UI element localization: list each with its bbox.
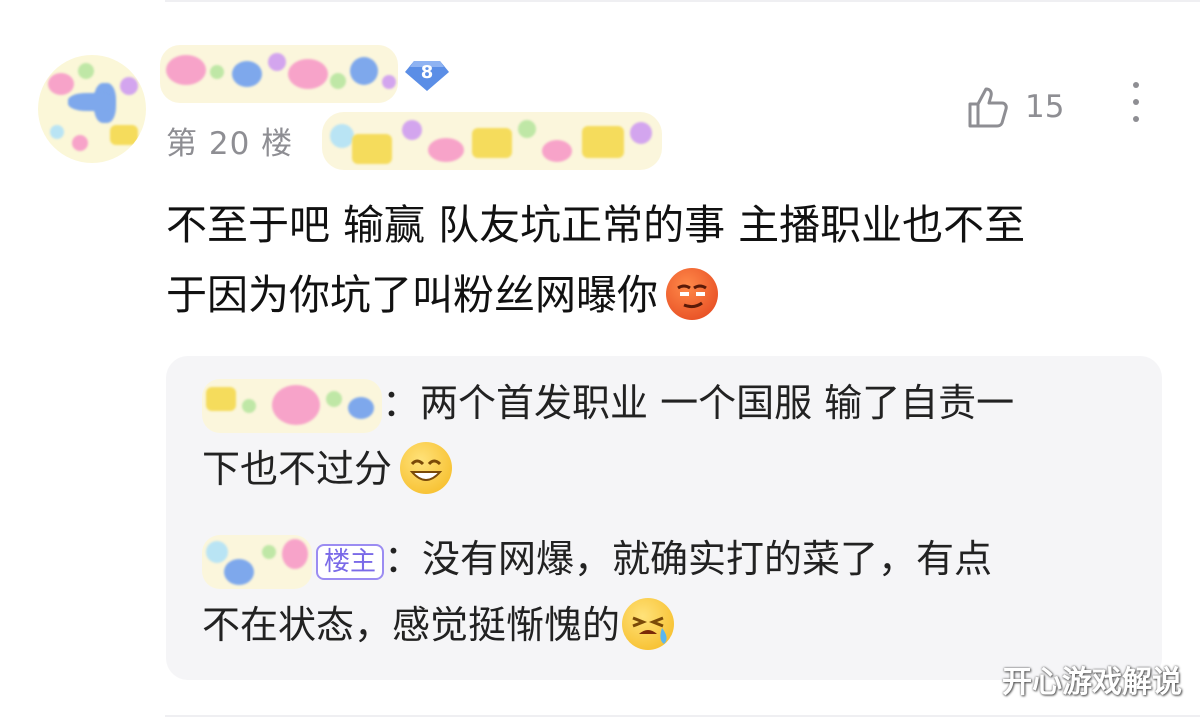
reply-1-line-2: 下也不过分 — [202, 447, 393, 491]
comment-text: 不至于吧 输赢 队友坑正常的事 主播职业也不至 于因为你坑了叫粉丝网曝你 — [166, 190, 1166, 330]
meta-blurred — [322, 112, 662, 170]
smirk-emoji-icon — [666, 268, 718, 320]
reply-container[interactable]: ：两个首发职业 一个国服 输了自责一 下也不过分 楼主 ：没有网爆，就确实打的菜了… — [166, 356, 1162, 680]
reply-item-1[interactable]: ：两个首发职业 一个国服 输了自责一 下也不过分 — [202, 370, 1122, 502]
cry-laugh-emoji-icon — [622, 597, 675, 650]
more-options-icon[interactable] — [1124, 82, 1148, 132]
comment-line-2: 于因为你坑了叫粉丝网曝你 — [166, 260, 1166, 330]
reply-separator: ： — [382, 381, 421, 425]
grin-emoji-icon — [400, 441, 453, 494]
top-divider — [165, 0, 1200, 2]
comment-line-2-text: 于因为你坑了叫粉丝网曝你 — [166, 271, 658, 319]
reply-username-blurred[interactable] — [202, 534, 312, 589]
thumbs-up-icon — [968, 87, 1008, 128]
reply-2-line-2: 不在状态，感觉挺惭愧的 — [202, 603, 621, 647]
reply-item-2[interactable]: 楼主 ：没有网爆，就确实打的菜了，有点 不在状态，感觉挺惭愧的 — [202, 526, 1122, 658]
watermark: 开心游戏解说 — [1002, 665, 1182, 700]
reply-separator: ： — [384, 537, 423, 581]
level-badge: 8 — [404, 58, 450, 92]
floor-label: 第 20 楼 — [166, 126, 294, 162]
op-tag: 楼主 — [316, 543, 385, 580]
like-button[interactable]: 15 — [965, 84, 1064, 130]
comment-line-1: 不至于吧 输赢 队友坑正常的事 主播职业也不至 — [166, 201, 1026, 249]
reply-username-blurred[interactable] — [202, 378, 382, 433]
username-blurred[interactable] — [160, 45, 398, 103]
reply-1-line-1: 两个首发职业 一个国服 输了自责一 — [420, 381, 1015, 425]
avatar[interactable] — [38, 55, 146, 163]
reply-2-line-1: 没有网爆，就确实打的菜了，有点 — [422, 537, 993, 581]
like-count: 15 — [1025, 89, 1065, 125]
level-number: 8 — [420, 62, 434, 83]
